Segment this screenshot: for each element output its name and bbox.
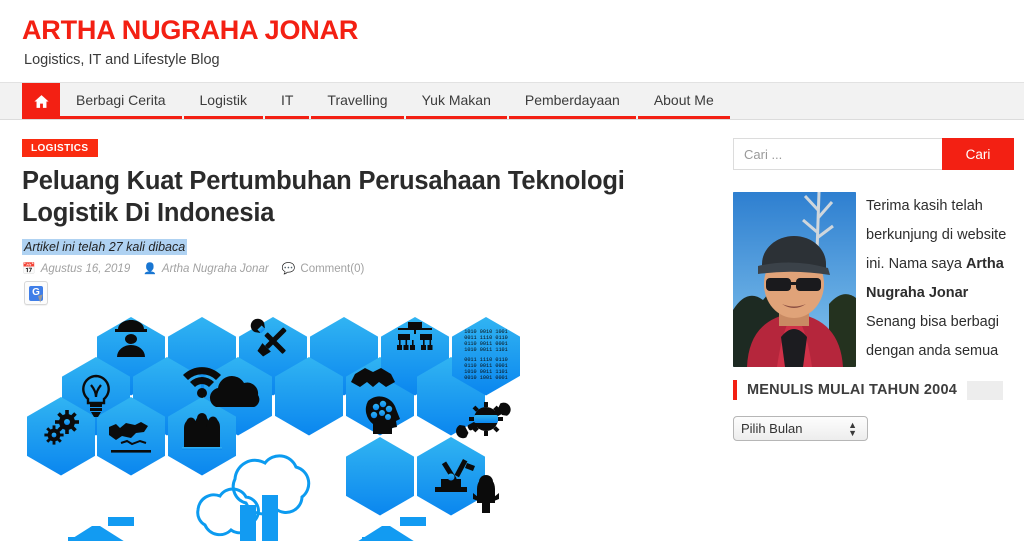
widget-title: MENULIS MULAI TAHUN 2004 xyxy=(747,382,957,398)
sidebar: Cari ... Cari Terima kasih telah berkunj… xyxy=(715,120,1024,441)
site-header: ARTHA NUGRAHA JONAR Logistics, IT and Li… xyxy=(0,0,1024,82)
month-select[interactable]: Pilih Bulan xyxy=(733,416,868,441)
search-button[interactable]: Cari xyxy=(942,138,1014,170)
featured-image: 1010 0010 1001 0011 1110 0110 0110 0011 … xyxy=(22,309,682,541)
nav-item-about-me[interactable]: About Me xyxy=(637,83,730,119)
svg-text:0010 1001 0001: 0010 1001 0001 xyxy=(464,375,508,381)
nav-item-pemberdayaan[interactable]: Pemberdayaan xyxy=(508,83,636,119)
nav-label: Pemberdayaan xyxy=(524,91,620,108)
month-select-wrapper: Pilih Bulan ▲ ▼ xyxy=(733,416,868,441)
main-content: LOGISTICS Peluang Kuat Pertumbuhan Perus… xyxy=(0,120,715,541)
nav-label: Yuk Makan xyxy=(421,91,491,108)
site-tagline: Logistics, IT and Lifestyle Blog xyxy=(24,52,220,69)
user-icon: 👤 xyxy=(143,263,157,276)
nav-item-travelling[interactable]: Travelling xyxy=(311,83,404,119)
category-badge[interactable]: LOGISTICS xyxy=(22,139,98,157)
archive-widget-header: MENULIS MULAI TAHUN 2004 xyxy=(733,380,1014,400)
post-meta: 📅 Agustus 16, 2019 👤 Artha Nugraha Jonar… xyxy=(22,262,687,276)
widget-placeholder-block xyxy=(966,380,1003,400)
nav-home-button[interactable] xyxy=(22,83,60,119)
comment-bubble-icon: 💬 xyxy=(281,263,296,276)
nav-label: About Me xyxy=(653,91,714,108)
svg-text:1010 0011 1101: 1010 0011 1101 xyxy=(464,347,508,353)
nav-label: Berbagi Cerita xyxy=(76,91,166,108)
main-navigation: Berbagi Cerita Logistik IT Travelling Yu… xyxy=(0,82,1024,120)
nav-item-berbagi-cerita[interactable]: Berbagi Cerita xyxy=(60,83,182,119)
bio-text-after: Senang bisa berbagi dengan anda semua xyxy=(866,314,1000,359)
home-icon xyxy=(33,93,50,110)
post-author[interactable]: Artha Nugraha Jonar xyxy=(162,263,269,275)
post-title: Peluang Kuat Pertumbuhan Perusahaan Tekn… xyxy=(22,167,625,227)
read-count: Artikel ini telah 27 kali dibaca xyxy=(22,239,188,256)
nav-label: Logistik xyxy=(199,91,247,108)
page-layout: LOGISTICS Peluang Kuat Pertumbuhan Perus… xyxy=(0,120,1024,541)
nav-item-logistik[interactable]: Logistik xyxy=(183,83,263,119)
page-root: ARTHA NUGRAHA JONAR Logistics, IT and Li… xyxy=(0,0,1024,541)
site-title: ARTHA NUGRAHA JONAR xyxy=(22,15,359,45)
search-widget: Cari xyxy=(733,138,1014,170)
avatar xyxy=(733,192,856,367)
about-widget: Terima kasih telah berkunjung di website… xyxy=(733,192,1014,367)
cursor-arrow-icon xyxy=(38,294,45,303)
search-input[interactable] xyxy=(733,138,942,170)
google-translate-icon[interactable]: G xyxy=(24,281,48,306)
calendar-icon: 📅 xyxy=(22,263,36,276)
nav-item-it[interactable]: IT xyxy=(264,83,310,119)
widget-accent-bar xyxy=(733,380,737,400)
nav-label: Travelling xyxy=(327,91,388,108)
post-comments[interactable]: Comment(0) xyxy=(300,263,364,275)
nav-label: IT xyxy=(280,91,294,108)
nav-item-yuk-makan[interactable]: Yuk Makan xyxy=(405,83,507,119)
post-date: Agustus 16, 2019 xyxy=(40,262,131,275)
